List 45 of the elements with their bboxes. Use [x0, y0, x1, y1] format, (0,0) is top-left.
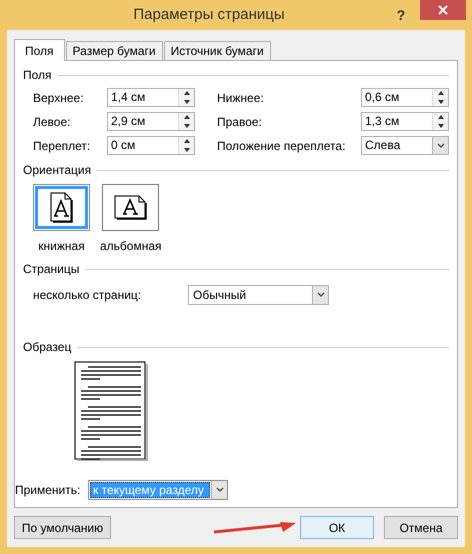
spin-down-icon [184, 100, 190, 104]
tab[interactable]: Источник бумаги [164, 41, 271, 60]
landscape-page-icon [114, 195, 148, 220]
field-label: Левое: [33, 114, 72, 130]
dropdown[interactable]: Обычный [188, 285, 329, 305]
field-label: несколько страниц: [33, 287, 142, 304]
tab[interactable]: Размер бумаги [66, 41, 163, 60]
spin-down-icon [438, 124, 444, 128]
spin-down-icon [184, 148, 190, 152]
spin-up-icon [438, 91, 444, 96]
section-heading: Страницы [23, 261, 80, 278]
portrait-page-icon [50, 192, 73, 223]
orientation-button[interactable] [33, 184, 90, 231]
spin-down-icon [438, 100, 444, 104]
spin-field[interactable]: 0,6 см [361, 88, 449, 107]
field-label: Правое: [217, 114, 263, 130]
help-button[interactable]: ? [388, 4, 414, 26]
tab[interactable]: Поля [14, 39, 65, 61]
window-title: Параметры страницы [132, 4, 286, 25]
close-icon [438, 5, 448, 15]
spin-field[interactable]: 1,4 см [107, 88, 195, 107]
spin-up-icon [184, 91, 190, 96]
orientation-label: альбомная [100, 238, 162, 255]
spin-down-icon [184, 124, 190, 128]
field-label: Нижнее: [217, 90, 265, 106]
dialog-button[interactable]: Отмена [384, 516, 458, 539]
field-label: Положение переплета: [217, 138, 346, 154]
close-button[interactable] [420, 0, 466, 20]
spin-up-icon [438, 115, 444, 120]
spin-up-icon [184, 115, 190, 120]
field-label: Применить: [15, 482, 82, 499]
field-label: Верхнее: [33, 90, 85, 106]
spin-field[interactable]: 0 см [107, 136, 195, 155]
dialog-button[interactable]: ОК [300, 516, 374, 539]
section-heading: Поля [23, 67, 52, 84]
section-heading: Ориентация [23, 162, 92, 179]
spin-up-icon [184, 139, 190, 144]
dialog-button[interactable]: По умолчанию [14, 516, 111, 539]
section-heading: Образец [23, 339, 72, 356]
spin-field[interactable]: 1,3 см [361, 112, 449, 131]
orientation-label: книжная [38, 238, 85, 255]
field-label: Переплет: [33, 138, 92, 154]
orientation-button[interactable] [102, 184, 160, 231]
dropdown[interactable]: Слева [361, 136, 449, 155]
spin-field[interactable]: 2,9 см [107, 112, 195, 131]
